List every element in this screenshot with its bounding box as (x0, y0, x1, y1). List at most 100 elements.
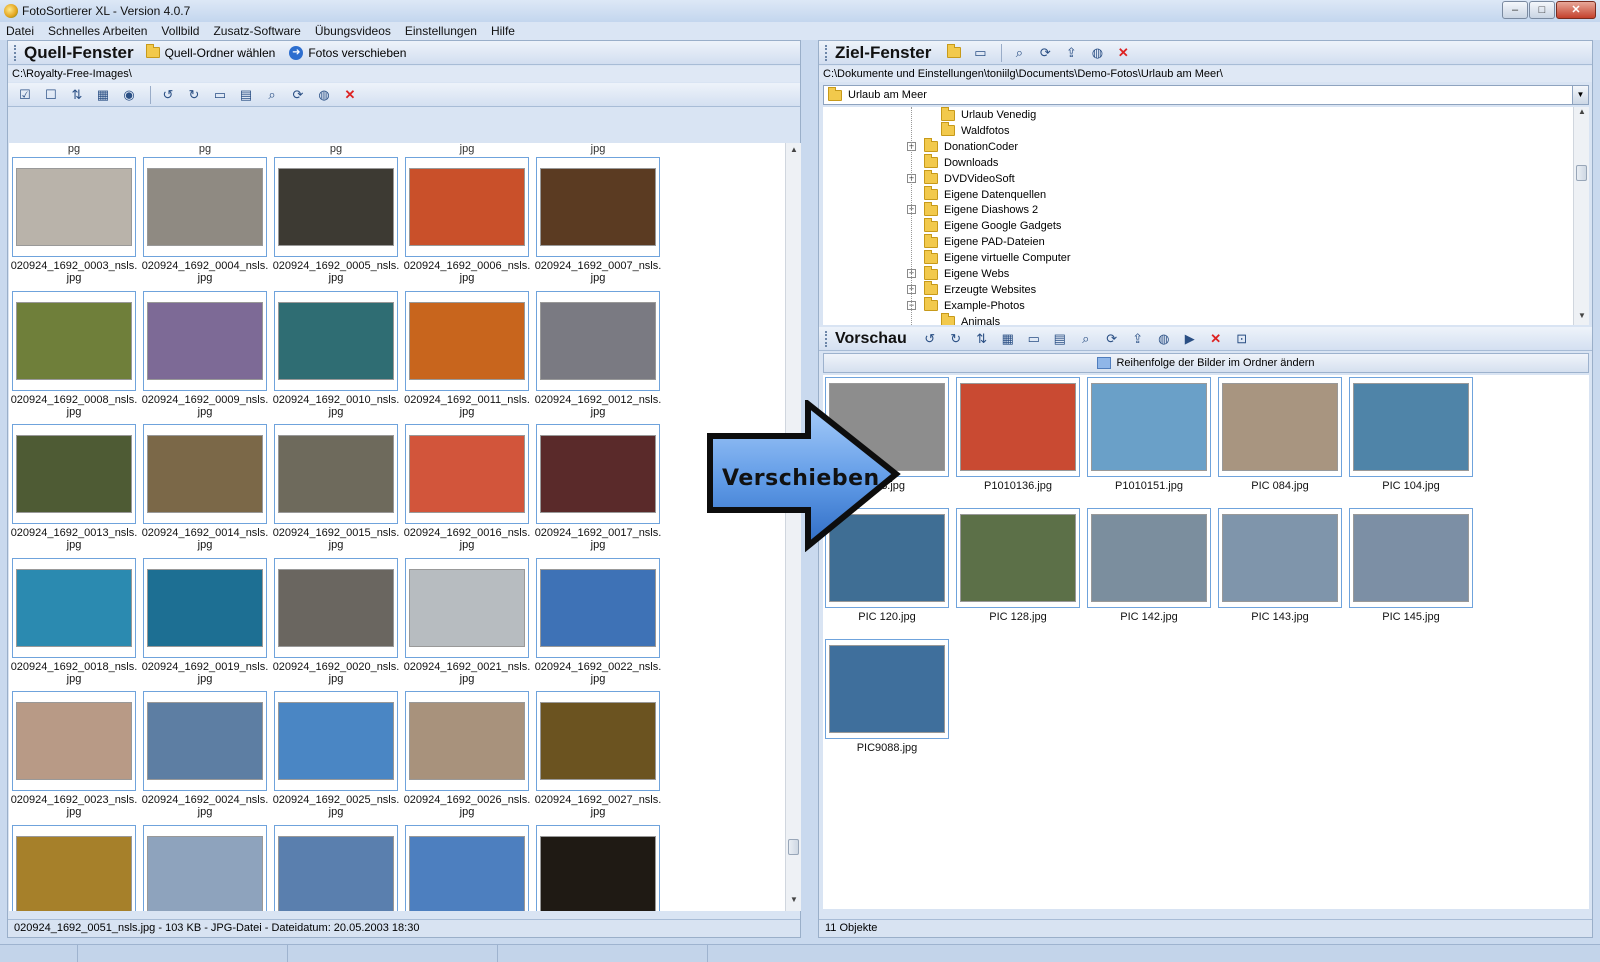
thumbnail-frame[interactable] (12, 157, 136, 257)
rename-icon[interactable]: ▭ (969, 43, 991, 63)
tree-item[interactable]: Eigene virtuelle Computer (924, 249, 1071, 266)
grip-handle[interactable] (825, 330, 829, 347)
rotate-right-icon[interactable]: ↻ (945, 329, 967, 349)
thumbnail-item[interactable]: 020924_1692_0012_nsls. jpg (535, 290, 661, 418)
refresh-icon[interactable]: ⟳ (287, 85, 309, 105)
thumbnail-item[interactable]: 020924_1692_0029_nsls.jpg (143, 824, 267, 911)
thumbnail-frame[interactable] (274, 157, 398, 257)
grip-handle[interactable] (14, 44, 18, 61)
properties-icon[interactable]: ▤ (235, 85, 257, 105)
search-icon[interactable]: ⌕ (1075, 329, 1097, 349)
thumbnail-frame[interactable] (405, 424, 529, 524)
rename-icon[interactable]: ▭ (1023, 329, 1045, 349)
sort-icon[interactable]: ⇅ (971, 329, 993, 349)
photo-thumbnail[interactable] (147, 168, 263, 246)
photo-thumbnail[interactable] (1091, 383, 1207, 471)
zoom-icon[interactable]: ⊡ (1231, 329, 1253, 349)
thumbnail-frame[interactable] (12, 557, 136, 658)
photo-thumbnail[interactable] (540, 435, 656, 513)
tree-item[interactable]: Animals (941, 313, 1000, 325)
menu-datei[interactable]: Datei (6, 24, 34, 38)
menu-einstellungen[interactable]: Einstellungen (405, 24, 477, 38)
search-icon[interactable]: ⌕ (261, 85, 283, 105)
grid-view-icon[interactable]: ▦ (92, 85, 114, 105)
thumbnail-item[interactable]: 020924_1692_0018_nsls. jpg (11, 557, 137, 685)
thumbnail-item[interactable]: 020924_1692_0028_nsls.jpg (12, 824, 136, 911)
thumbnail-frame[interactable] (1218, 508, 1342, 608)
thumbnail-frame[interactable] (536, 290, 660, 391)
thumbnail-frame[interactable] (274, 824, 398, 911)
thumbnail-item[interactable]: 020924_1692_0024_nsls. jpg (142, 691, 268, 818)
thumbnail-frame[interactable] (143, 557, 267, 658)
target-folder-select[interactable]: Urlaub am Meer ▼ (823, 85, 1589, 105)
photo-thumbnail[interactable] (409, 835, 525, 911)
scroll-down-arrow[interactable]: ▼ (1574, 311, 1590, 325)
thumbnail-item[interactable]: 020924_1692_0010_nsls. jpg (273, 290, 399, 418)
tree-item[interactable]: Eigene PAD-Dateien (924, 233, 1045, 250)
photo-thumbnail[interactable] (1353, 514, 1469, 602)
minimize-button[interactable]: – (1502, 1, 1528, 19)
thumbnail-item[interactable]: 020924_1692_0016_nsls. jpg (404, 424, 530, 551)
preview-item[interactable]: P1010136.jpg (956, 377, 1082, 492)
photo-thumbnail[interactable] (16, 568, 132, 647)
thumbnail-frame[interactable] (274, 424, 398, 524)
web-icon[interactable]: ◍ (313, 85, 335, 105)
menu-hilfe[interactable]: Hilfe (491, 24, 515, 38)
thumbnail-frame[interactable] (143, 691, 267, 791)
photo-thumbnail[interactable] (540, 301, 656, 380)
thumbnail-frame[interactable] (405, 557, 529, 658)
photo-thumbnail[interactable] (278, 435, 394, 513)
thumbnail-item[interactable]: 020924_1692_0021_nsls. jpg (404, 557, 530, 685)
preview-item[interactable]: PIC 084.jpg (1218, 377, 1344, 492)
photo-thumbnail[interactable] (16, 702, 132, 780)
folder-up-icon[interactable]: ⇪ (1127, 329, 1149, 349)
grip-handle[interactable] (825, 44, 829, 61)
scroll-thumb[interactable] (1576, 165, 1587, 181)
rotate-right-icon[interactable]: ↻ (183, 85, 205, 105)
tree-item[interactable]: DonationCoder (924, 138, 1018, 155)
folder-up-icon[interactable]: ⇪ (1060, 43, 1082, 63)
photo-thumbnail[interactable] (960, 383, 1076, 471)
thumbnail-frame[interactable] (12, 691, 136, 791)
search-icon[interactable]: ⌕ (1008, 43, 1030, 63)
thumbnail-frame[interactable] (143, 424, 267, 524)
select-all-icon[interactable]: ☑ (14, 85, 36, 105)
preview-item[interactable]: PIC 104.jpg (1349, 377, 1475, 492)
thumbnail-item[interactable]: 020924_1692_0013_nsls. jpg (11, 424, 137, 551)
tree-item[interactable]: Eigene Google Gadgets (924, 217, 1061, 234)
photo-thumbnail[interactable] (540, 702, 656, 780)
tree-item[interactable]: Example-Photos (924, 297, 1025, 314)
scroll-up-arrow[interactable]: ▲ (1574, 107, 1590, 121)
thumbnail-item[interactable]: 020924_1692_0026_nsls. jpg (404, 691, 530, 818)
preview-item[interactable]: PIC9088.jpg (825, 639, 951, 754)
rename-icon[interactable]: ▭ (209, 85, 231, 105)
choose-source-folder-button[interactable]: Quell-Ordner wählen (145, 44, 275, 60)
thumbnail-frame[interactable] (274, 557, 398, 658)
photo-thumbnail[interactable] (409, 168, 525, 246)
thumbnail-frame[interactable] (12, 290, 136, 391)
thumbnail-frame[interactable] (1087, 377, 1211, 477)
thumbnail-frame[interactable] (143, 157, 267, 257)
scroll-down-arrow[interactable]: ▼ (786, 895, 802, 909)
rotate-left-icon[interactable]: ↺ (919, 329, 941, 349)
tree-item[interactable]: Urlaub Venedig (941, 107, 1036, 123)
photo-thumbnail[interactable] (278, 301, 394, 380)
tree-item[interactable]: DVDVideoSoft (924, 170, 1015, 187)
thumbnail-item[interactable]: 020924_1692_0007_nsls. jpg (535, 157, 661, 284)
tree-scrollbar[interactable]: ▲ ▼ (1573, 107, 1589, 325)
thumbnail-frame[interactable] (536, 557, 660, 658)
thumbnail-item[interactable]: 020924_1692_0015_nsls. jpg (273, 424, 399, 551)
tree-item[interactable]: Eigene Diashows 2 (924, 201, 1038, 218)
thumbnail-item[interactable]: 020924_1692_0009_nsls. jpg (142, 290, 268, 418)
preview-item[interactable]: PIC 128.jpg (956, 508, 1082, 623)
new-folder-icon[interactable] (943, 43, 965, 63)
photo-thumbnail[interactable] (147, 435, 263, 513)
photo-thumbnail[interactable] (540, 568, 656, 647)
thumbnail-frame[interactable] (536, 424, 660, 524)
close-button[interactable]: ✕ (1556, 1, 1596, 19)
thumbnail-frame[interactable] (1349, 377, 1473, 477)
thumbnail-frame[interactable] (536, 691, 660, 791)
photo-thumbnail[interactable] (278, 168, 394, 246)
deselect-all-icon[interactable]: ☐ (40, 85, 62, 105)
photo-thumbnail[interactable] (1353, 383, 1469, 471)
